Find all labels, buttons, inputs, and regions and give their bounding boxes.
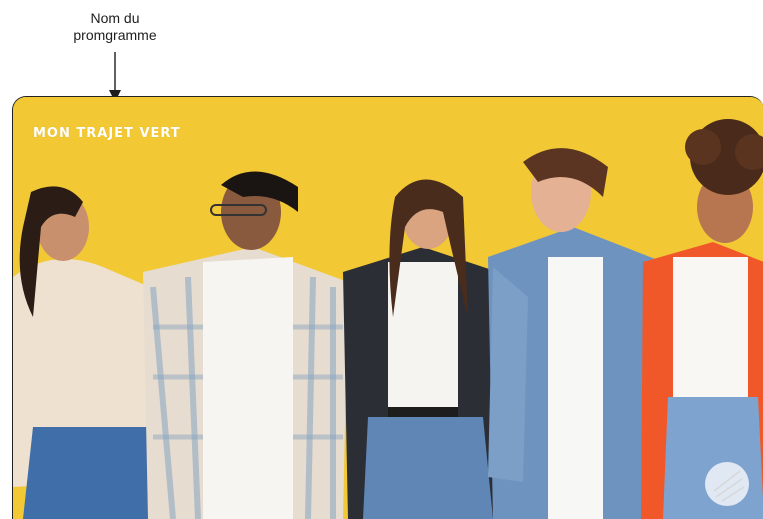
annotation-line-2: promgramme: [73, 27, 157, 43]
group-photo-image: [13, 97, 763, 519]
program-name-annotation: Nom du promgramme: [60, 10, 170, 44]
program-name-label: MON TRAJET VERT: [33, 126, 181, 141]
annotation-line-1: Nom du: [90, 10, 140, 26]
program-card[interactable]: MON TRAJET VERT: [12, 96, 763, 519]
circle-badge-icon: [705, 462, 749, 506]
